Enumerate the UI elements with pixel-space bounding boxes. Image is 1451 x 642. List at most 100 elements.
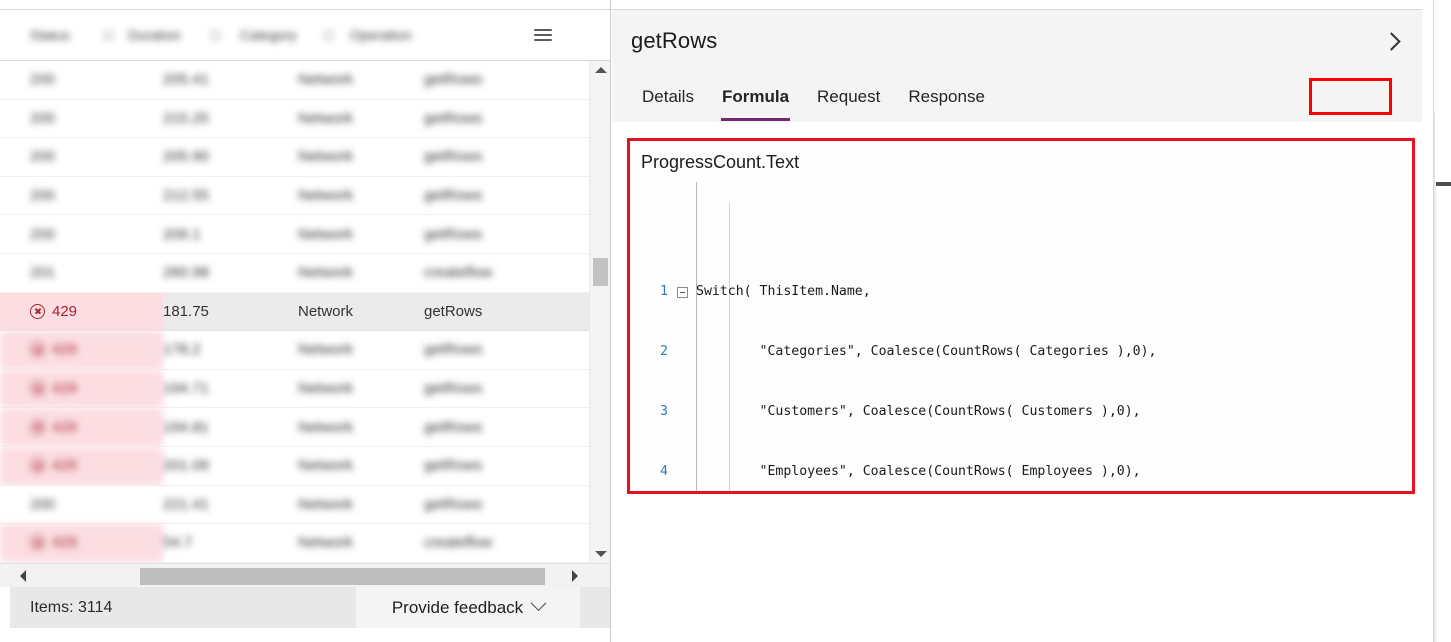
cell-duration: 215.25 [163,109,209,127]
triangle-right-icon [572,569,578,582]
code-text: "Categories", Coalesce(CountRows( Catego… [696,344,1157,359]
tab-response[interactable]: Response [894,71,999,122]
column-header-category[interactable]: Category [240,27,306,43]
table-vertical-scrollbar[interactable] [589,61,610,563]
cell-category: Network [298,380,354,398]
cell-duration: 212.55 [163,187,209,205]
cell-duration: 205.90 [163,148,209,166]
fold-column[interactable] [668,286,696,298]
code-line: 3 "Customers", Coalesce(CountRows( Custo… [636,402,1412,422]
page-vertical-scrollbar[interactable] [1434,113,1451,642]
cell-category: Network [298,495,354,513]
column-header-status[interactable]: Status [30,27,88,43]
cell-status: 200 [30,148,56,166]
cell-category: Network [298,264,354,282]
detail-tabs: Details Formula Request Response [612,71,1422,122]
table-row[interactable]: 429 201.09 Network getRows [0,446,589,486]
table-row[interactable]: 200 205.90 Network getRows [0,138,589,177]
formula-code-editor[interactable]: 1 Switch( ThisItem.Name, 2 "Categories",… [630,182,1412,491]
table-row[interactable]: 201 260.98 Network createflow [0,253,589,293]
code-line: 2 "Categories", Coalesce(CountRows( Cate… [636,342,1412,362]
error-circle-x-icon [30,342,45,358]
cell-duration: 221.41 [163,495,209,513]
table-row[interactable]: 200 212.55 Network getRows [0,176,589,216]
provide-feedback-button[interactable]: Provide feedback [356,587,580,628]
error-circle-x-icon [30,303,45,319]
scroll-up-button[interactable] [590,61,611,79]
cell-operation: getRows [424,457,483,475]
cell-status: 429 [0,292,163,331]
scroll-down-button[interactable] [590,545,611,563]
cell-duration: 209.1 [163,225,201,243]
column-filter-icon-duration[interactable] [208,28,222,42]
status-bar: Items: 3114 Provide feedback [10,587,610,628]
column-header-operation[interactable]: Operation [350,27,430,43]
triangle-up-icon [594,67,607,73]
cell-operation: getRows [424,341,483,359]
column-filter-icon-status[interactable] [101,28,115,42]
chevron-right-icon[interactable] [1382,32,1400,50]
tab-request[interactable]: Request [803,71,894,122]
table-row[interactable]: 429 178.2 Network getRows [0,331,589,370]
cell-duration: 181.75 [163,302,209,320]
error-circle-x-icon [30,458,45,474]
cell-category: Network [298,225,354,243]
cell-operation: getRows [424,187,483,205]
cell-duration: 194.71 [163,380,209,398]
cell-duration: 260.98 [163,264,209,282]
cell-status: 200 [30,187,56,205]
cell-status: 429 [0,446,163,485]
items-count-label: Items: 3114 [30,598,113,616]
line-number: 3 [660,404,668,419]
formula-panel: ProgressCount.Text 1 Switch( ThisItem.Na… [627,138,1415,494]
code-guide-line [696,182,697,491]
tab-details[interactable]: Details [628,71,708,122]
collapse-box-icon[interactable] [676,286,688,298]
table-row-selected[interactable]: 429 181.75 Network getRows [0,292,589,332]
vertical-scroll-thumb[interactable] [593,258,608,286]
cell-category: Network [298,187,354,205]
code-text: "Customers", Coalesce(CountRows( Custome… [696,404,1141,419]
cell-duration: 194.81 [163,418,209,436]
horizontal-scroll-thumb[interactable] [140,568,545,585]
panel-title: getRows [631,27,718,53]
status-code: 429 [52,302,78,320]
cell-duration: 178.2 [163,341,201,359]
column-filter-icon-category[interactable] [321,28,335,42]
tab-formula[interactable]: Formula [708,71,803,122]
table-horizontal-scrollbar[interactable] [0,563,610,587]
table-row[interactable]: 429 54.7 Network createflow [0,524,589,563]
table-row[interactable]: 200 205.41 Network getRows [0,61,589,100]
cell-status: 200 [30,225,56,243]
cell-operation: getRows [424,109,483,127]
cell-operation: getRows [424,302,483,320]
page-scroll-thumb[interactable] [1436,182,1451,186]
cell-category: Network [298,418,354,436]
error-circle-x-icon [30,535,45,551]
table-row[interactable]: 429 194.71 Network getRows [0,369,589,409]
cell-status: 201 [30,264,56,282]
cell-operation: createflow [424,534,493,552]
column-header-duration[interactable]: Duration [128,27,190,43]
cell-category: Network [298,534,354,552]
scroll-right-button[interactable] [564,564,586,587]
table-row[interactable]: 200 215.25 Network getRows [0,99,589,139]
cell-status: 200 [30,71,56,89]
error-circle-x-icon [30,381,45,397]
code-line: 4 "Employees", Coalesce(CountRows( Emplo… [636,462,1412,482]
table-row[interactable]: 200 209.1 Network getRows [0,215,589,254]
monitor-table-panel: Status Duration Category Operation 200 2… [0,0,611,642]
cell-status: 429 [0,524,163,562]
cell-duration: 205.41 [163,71,209,89]
table-row[interactable]: 200 221.41 Network getRows [0,485,589,525]
cell-category: Network [298,457,354,475]
cell-status: 429 [0,331,163,369]
table-body: 200 205.41 Network getRows 200 215.25 Ne… [0,61,589,563]
scroll-left-button[interactable] [12,564,34,587]
cell-category: Network [298,148,354,166]
table-row[interactable]: 429 194.81 Network getRows [0,408,589,447]
table-header-row: Status Duration Category Operation [0,9,610,61]
cell-operation: getRows [424,380,483,398]
line-number: 1 [660,284,668,299]
hamburger-menu-icon[interactable] [534,29,552,41]
